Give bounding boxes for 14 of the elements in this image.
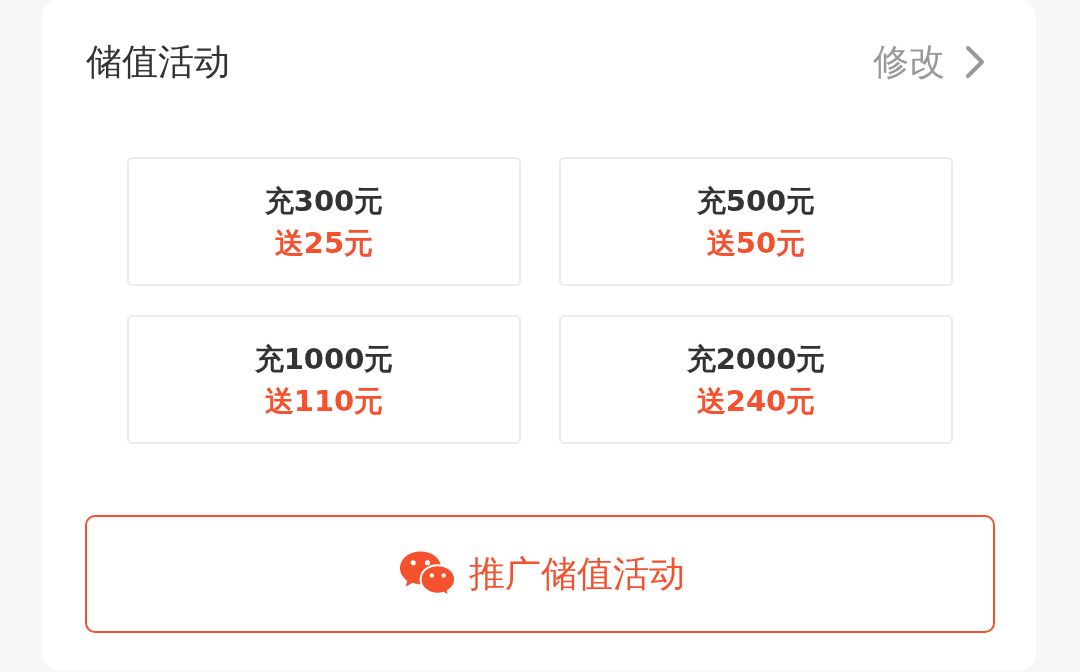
recharge-option[interactable]: 充300元 送25元: [127, 157, 521, 286]
recharge-option[interactable]: 充500元 送50元: [559, 157, 953, 286]
recharge-amount: 充300元: [264, 182, 384, 220]
recharge-option[interactable]: 充2000元 送240元: [559, 315, 953, 444]
chevron-right-icon[interactable]: [965, 45, 985, 79]
bonus-amount: 送50元: [706, 224, 806, 262]
recharge-amount: 充2000元: [686, 340, 826, 378]
bonus-amount: 送25元: [274, 224, 374, 262]
bonus-amount: 送240元: [696, 382, 816, 420]
recharge-amount: 充500元: [696, 182, 816, 220]
section-title: 储值活动: [86, 40, 230, 84]
recharge-option[interactable]: 充1000元 送110元: [127, 315, 521, 444]
recharge-amount: 充1000元: [254, 340, 394, 378]
bonus-amount: 送110元: [264, 382, 384, 420]
